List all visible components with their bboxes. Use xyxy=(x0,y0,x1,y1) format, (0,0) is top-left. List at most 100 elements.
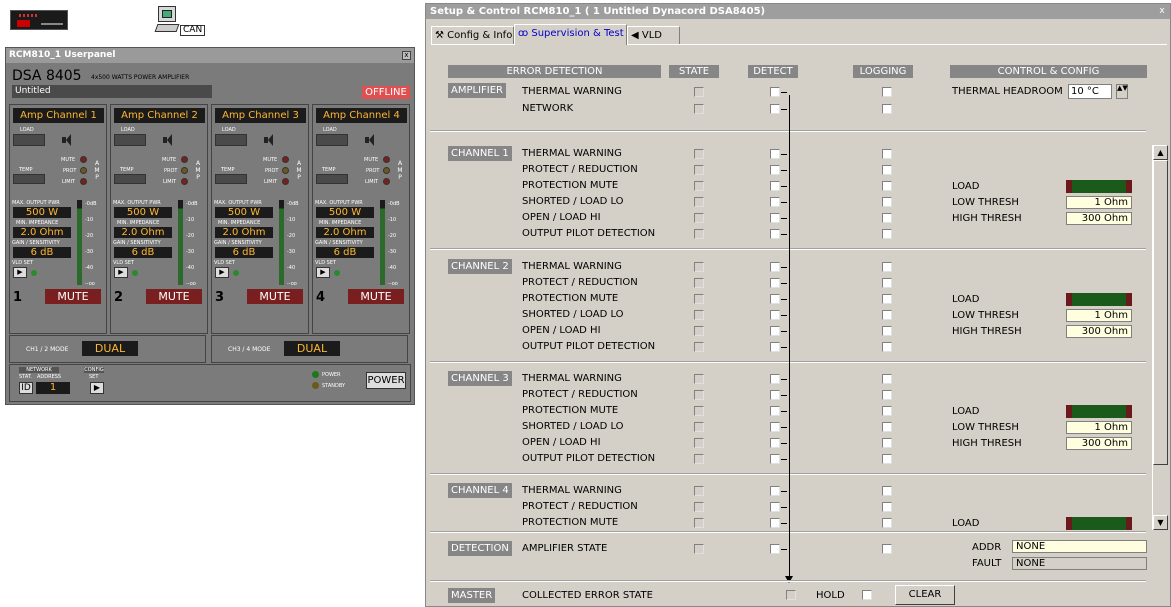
min-impedance-value[interactable]: 2.0 Ohm xyxy=(316,227,374,238)
mute-button[interactable]: MUTE xyxy=(146,289,202,304)
amp-letter: A xyxy=(195,160,201,167)
tab-label: Supervision & Test xyxy=(531,28,624,39)
gain-value[interactable]: 6 dB xyxy=(316,247,374,258)
close-icon[interactable]: x xyxy=(402,51,411,60)
limit-led xyxy=(282,178,289,185)
amp-letter: M xyxy=(94,167,100,174)
min-impedance-label: MIN. IMPEDANCE xyxy=(319,220,362,226)
speaker-icon xyxy=(163,134,173,146)
mode-label: CH1 / 2 MODE xyxy=(26,346,69,353)
max-output-value[interactable]: 500 W xyxy=(215,207,273,218)
limit-led xyxy=(383,178,390,185)
can-label: CAN xyxy=(180,25,206,36)
gain-label: GAIN / SENSITIVITY xyxy=(113,240,161,246)
channel-number: 3 xyxy=(215,290,225,305)
channel-name: Amp Channel 2 xyxy=(114,108,205,123)
meter-scale-label: -30 xyxy=(388,249,397,255)
tab-label: VLD xyxy=(641,30,663,41)
gain-value[interactable]: 6 dB xyxy=(13,247,71,258)
vld-led xyxy=(31,270,37,276)
max-output-label: MAX. OUTPUT PWR xyxy=(315,200,363,206)
temp-label: TEMP xyxy=(19,167,33,173)
prot-led xyxy=(383,167,390,174)
meter-scale-label: -10 xyxy=(388,217,397,223)
hammer-icon: ⚒ xyxy=(435,30,444,41)
mode-ch34: CH3 / 4 MODE DUAL xyxy=(211,335,408,363)
meter-scale-label: -0dB xyxy=(388,201,400,207)
device-name-field[interactable]: Untitled xyxy=(12,85,212,98)
amp-letter: P xyxy=(196,174,200,181)
meter-scale-label: -0dB xyxy=(287,201,299,207)
meter-scale-label: -10 xyxy=(287,217,296,223)
amp-letter: P xyxy=(297,174,301,181)
amp-letter: P xyxy=(398,174,402,181)
max-output-value[interactable]: 500 W xyxy=(114,207,172,218)
amp-channel-strip: Amp Channel 4 LOAD TEMP MUTE PROT LIMIT A M P MAX… xyxy=(312,104,410,334)
id-button[interactable]: ID xyxy=(19,382,33,394)
level-meter xyxy=(380,200,385,285)
max-output-value[interactable]: 500 W xyxy=(316,207,374,218)
meter-scale-label: -40 xyxy=(85,265,94,271)
amp-letter: A xyxy=(397,160,403,167)
channel-number: 4 xyxy=(316,290,326,305)
vld-set-button[interactable]: ▶ xyxy=(13,267,27,278)
max-output-value[interactable]: 500 W xyxy=(13,207,71,218)
min-impedance-value[interactable]: 2.0 Ohm xyxy=(13,227,71,238)
standby-led-label: STANDBY xyxy=(322,383,346,389)
power-button[interactable]: POWER xyxy=(366,372,406,389)
mute-button[interactable]: MUTE xyxy=(348,289,404,304)
load-label: LOAD xyxy=(121,127,135,133)
temp-label: TEMP xyxy=(221,167,235,173)
mode-ch12: CH1 / 2 MODE DUAL xyxy=(9,335,206,363)
load-display xyxy=(316,134,348,146)
computer-icon[interactable] xyxy=(154,6,180,34)
max-output-label: MAX. OUTPUT PWR xyxy=(12,200,60,206)
gain-label: GAIN / SENSITIVITY xyxy=(12,240,60,246)
amp-letter: M xyxy=(397,167,403,174)
min-impedance-label: MIN. IMPEDANCE xyxy=(218,220,261,226)
config-set-button[interactable]: ▶ xyxy=(90,382,104,394)
config-label: CONFIG xyxy=(84,367,104,373)
tab-supervision-test[interactable]: ꝏ Supervision & Test xyxy=(514,24,627,45)
min-impedance-value[interactable]: 2.0 Ohm xyxy=(114,227,172,238)
glasses-icon: ꝏ xyxy=(518,28,529,39)
vld-led xyxy=(334,270,340,276)
max-output-label: MAX. OUTPUT PWR xyxy=(113,200,161,206)
temp-display xyxy=(215,174,247,184)
mode-value[interactable]: DUAL xyxy=(284,341,340,356)
vld-set-label: VLD SET xyxy=(113,260,135,266)
userpanel-window: RCM810_1 Userpanel x DSA 8405 4x500 WATT… xyxy=(5,47,415,405)
vld-set-button[interactable]: ▶ xyxy=(215,267,229,278)
mute-label: MUTE xyxy=(263,157,278,163)
load-display xyxy=(13,134,45,146)
tab-config-info[interactable]: ⚒ Config & Info xyxy=(431,26,514,44)
gain-value[interactable]: 6 dB xyxy=(215,247,273,258)
close-icon[interactable]: x xyxy=(1157,7,1167,17)
prot-led xyxy=(282,167,289,174)
stat-label: STAT. xyxy=(19,374,32,380)
mode-label: CH3 / 4 MODE xyxy=(228,346,271,353)
amplifier-device-icon[interactable] xyxy=(10,10,68,30)
mute-button[interactable]: MUTE xyxy=(45,289,101,304)
mute-button[interactable]: MUTE xyxy=(247,289,303,304)
vld-set-button[interactable]: ▶ xyxy=(316,267,330,278)
address-value[interactable]: 1 xyxy=(36,382,70,394)
address-label: ADDRESS xyxy=(37,374,62,380)
meter-scale-label: -20 xyxy=(85,233,94,239)
gain-value[interactable]: 6 dB xyxy=(114,247,172,258)
speaker-icon xyxy=(365,134,375,146)
vld-set-label: VLD SET xyxy=(12,260,34,266)
limit-led xyxy=(181,178,188,185)
amp-letter: A xyxy=(94,160,100,167)
level-meter xyxy=(279,200,284,285)
min-impedance-value[interactable]: 2.0 Ohm xyxy=(215,227,273,238)
tab-vld[interactable]: ◀ VLD xyxy=(627,26,680,44)
vld-set-label: VLD SET xyxy=(315,260,337,266)
vld-set-button[interactable]: ▶ xyxy=(114,267,128,278)
meter-scale-label: --oo xyxy=(388,281,398,287)
mode-value[interactable]: DUAL xyxy=(82,341,138,356)
level-meter xyxy=(77,200,82,285)
speaker-icon: ◀ xyxy=(631,30,639,41)
mute-label: MUTE xyxy=(364,157,379,163)
window-title: Setup & Control RCM810_1 ( 1 Untitled Dy… xyxy=(426,4,1170,19)
